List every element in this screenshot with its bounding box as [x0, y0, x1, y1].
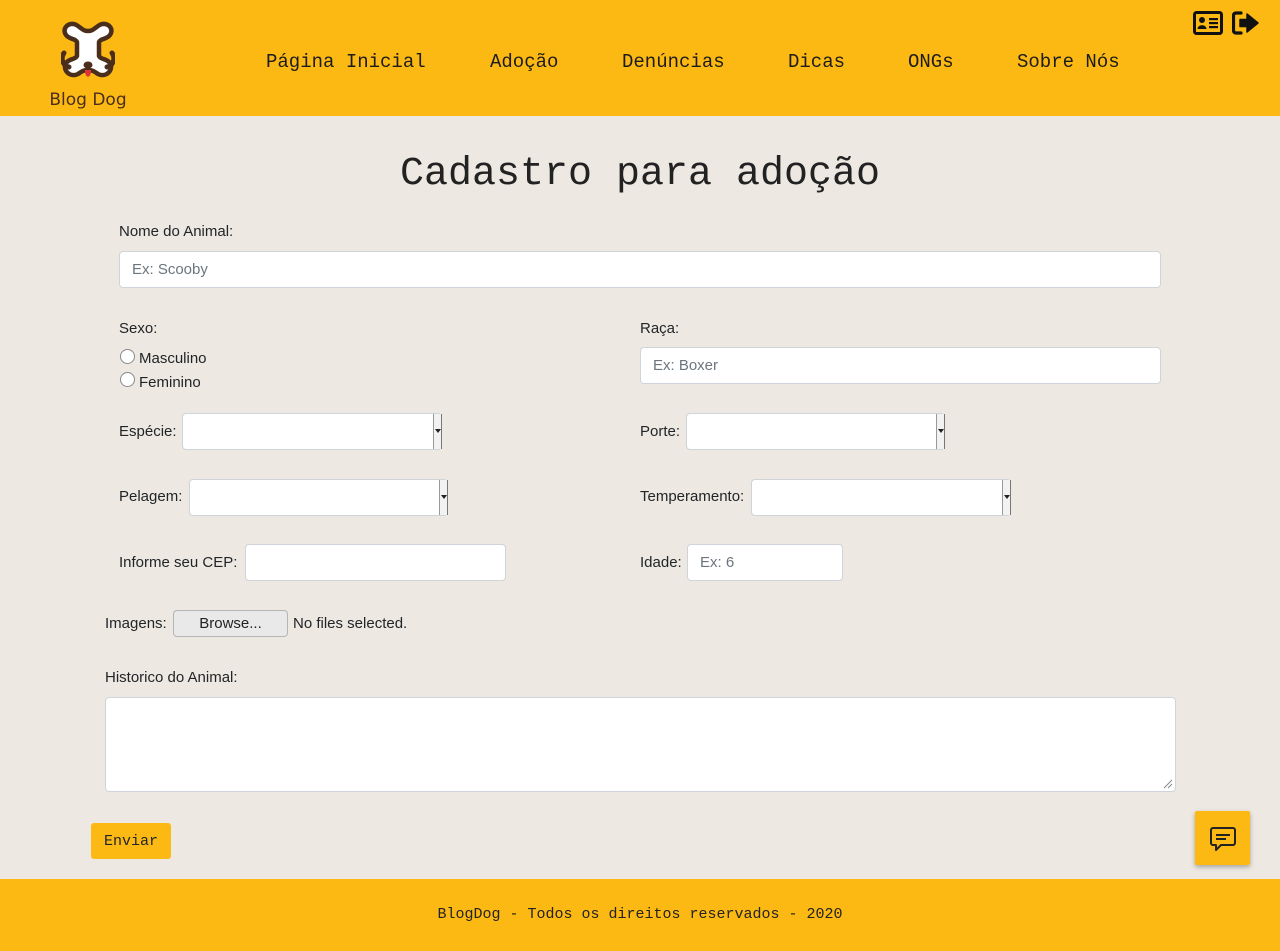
nav-denuncias[interactable]: Denúncias [622, 51, 725, 73]
chevron-down-icon [439, 480, 448, 515]
cep-input[interactable] [245, 544, 506, 581]
idade-label: Idade: [640, 554, 682, 571]
especie-select[interactable] [182, 413, 442, 450]
historico-label: Historico do Animal: [105, 669, 238, 686]
browse-button[interactable]: Browse... [173, 610, 288, 637]
footer: BlogDog - Todos os direitos reservados -… [0, 879, 1280, 951]
page-title: Cadastro para adoção [399, 152, 881, 197]
porte-select[interactable] [686, 413, 945, 450]
especie-label: Espécie: [119, 423, 177, 440]
submit-button[interactable]: Enviar [91, 823, 171, 859]
footer-text: BlogDog - Todos os direitos reservados -… [437, 906, 843, 923]
raca-input[interactable] [640, 347, 1161, 384]
feminino-label: Feminino [139, 374, 201, 391]
id-card-icon[interactable] [1193, 11, 1223, 35]
pelagem-label: Pelagem: [119, 488, 183, 505]
nav-sobre-nos[interactable]: Sobre Nós [1017, 51, 1120, 73]
nav-pagina-inicial[interactable]: Página Inicial [266, 51, 426, 73]
nome-label: Nome do Animal: [119, 223, 234, 240]
chevron-down-icon [433, 414, 442, 449]
chat-button[interactable] [1195, 811, 1250, 865]
nav-ongs[interactable]: ONGs [908, 51, 954, 73]
sign-out-icon[interactable] [1232, 11, 1260, 35]
nav-dicas[interactable]: Dicas [788, 51, 845, 73]
radio-masculino[interactable] [120, 349, 135, 364]
dog-bone-logo-icon [61, 21, 115, 78]
cep-label: Informe seu CEP: [119, 554, 238, 571]
temperamento-label: Temperamento: [640, 488, 745, 505]
radio-feminino[interactable] [120, 372, 135, 387]
imagens-label: Imagens: [105, 615, 167, 632]
file-status: No files selected. [293, 615, 408, 632]
idade-input[interactable] [687, 544, 843, 581]
masculino-label: Masculino [139, 350, 207, 367]
porte-label: Porte: [640, 423, 681, 440]
pelagem-select[interactable] [189, 479, 448, 516]
header: Blog Dog Página Inicial Adoção Denúncias… [0, 0, 1280, 116]
chevron-down-icon [1002, 480, 1011, 515]
nome-input[interactable] [119, 251, 1161, 288]
chat-icon [1210, 827, 1236, 851]
logo-text: Blog Dog [49, 90, 127, 110]
resize-grip-icon[interactable] [1163, 779, 1173, 789]
chevron-down-icon [936, 414, 945, 449]
nav-adocao[interactable]: Adoção [490, 51, 558, 73]
raca-label: Raça: [640, 320, 680, 337]
sexo-label: Sexo: [119, 320, 158, 337]
temperamento-select[interactable] [751, 479, 1011, 516]
logo[interactable]: Blog Dog [44, 20, 132, 112]
historico-textarea[interactable] [105, 697, 1176, 792]
